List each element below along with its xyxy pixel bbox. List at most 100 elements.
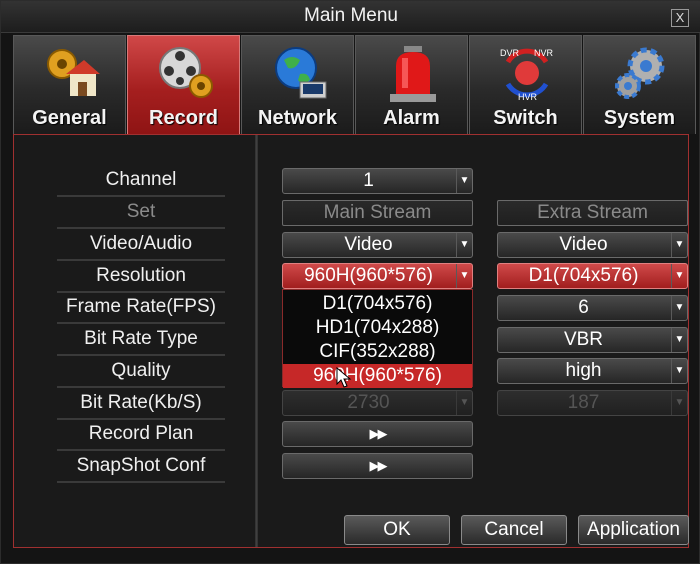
record-icon [159,47,213,98]
apply-button[interactable]: Application [578,515,689,545]
main-video-audio-value: Video [344,234,393,255]
divider [57,195,225,197]
set-label: Set [126,201,156,222]
label-frame-rate: Frame Rate(FPS) [57,294,225,324]
alarm-icon [390,46,436,102]
system-icon [615,47,665,99]
chevron-down-icon: ▼ [671,328,687,352]
tab-network[interactable]: Network [241,35,354,134]
chevron-down-icon: ▼ [456,264,472,288]
extra-resolution-select[interactable]: D1(704x576) ▼ [497,263,688,289]
label-set: Set [57,199,225,229]
switch-icon: DVR NVR HVR [500,48,554,102]
record-plan-label: Record Plan [88,423,194,444]
chevron-down-icon: ▼ [671,233,687,257]
title-bar: Main Menu X [1,1,700,33]
main-bit-rate-select: 2730 ▼ [282,390,473,416]
nvr-text: NVR [534,48,554,58]
resolution-option[interactable]: CIF(352x288) [283,340,472,364]
resolution-label: Resolution [96,265,186,286]
label-video-audio: Video/Audio [57,231,225,261]
divider [57,322,225,324]
extra-bit-rate-value: 187 [567,392,600,413]
window-title: Main Menu [304,5,398,26]
tab-switch[interactable]: DVR NVR HVR Switch [469,35,582,134]
tab-general[interactable]: General [13,35,126,134]
label-snapshot-conf: SnapShot Conf [57,453,225,483]
label-quality: Quality [57,358,225,388]
bit-rate-label: Bit Rate(Kb/S) [80,392,202,413]
main-bit-rate-value: 2730 [347,392,390,413]
extra-resolution-value: D1(704x576) [528,265,639,286]
extra-stream-header: Extra Stream [497,200,688,226]
channel-select[interactable]: 1 ▼ [282,168,473,194]
tab-bar: General Record Network Alarm DVR NVR HVR… [13,35,700,134]
chevron-down-icon: ▼ [456,391,472,415]
video-audio-label: Video/Audio [89,233,193,254]
chevron-down-icon: ▼ [456,169,472,193]
tab-system-label: System [603,107,676,129]
snapshot-conf-button[interactable]: ▶▶ [282,453,473,479]
extra-bit-rate-type-select[interactable]: VBR ▼ [497,327,688,353]
chevron-down-icon: ▼ [671,296,687,320]
tab-alarm-label: Alarm [383,107,440,129]
tab-system[interactable]: System [583,35,696,134]
ok-button[interactable]: OK [344,515,450,545]
chevron-down-icon: ▼ [671,359,687,383]
bit-rate-type-label: Bit Rate Type [84,328,198,349]
divider [57,418,225,420]
divider [57,481,225,483]
main-resolution-select[interactable]: 960H(960*576) ▼ [282,263,473,289]
close-button[interactable]: X [671,9,689,27]
general-icon [47,49,100,96]
tab-network-label: Network [258,107,337,129]
label-record-plan: Record Plan [57,421,225,451]
extra-video-audio-select[interactable]: Video ▼ [497,232,688,258]
main-menu-window: Main Menu X General Record Network Alarm… [0,0,700,564]
resolution-option[interactable]: D1(704x576) [283,292,472,316]
channel-value: 1 [363,170,374,191]
divider [57,291,225,293]
chevron-down-icon: ▼ [671,264,687,288]
label-bit-rate-type: Bit Rate Type [57,326,225,356]
extra-video-audio-value: Video [559,234,608,255]
extra-frame-rate-value: 6 [578,297,589,318]
extra-quality-value: high [565,360,602,381]
main-video-audio-select[interactable]: Video ▼ [282,232,473,258]
extra-bit-rate-type-value: VBR [563,329,604,350]
resolution-dropdown: D1(704x576) HD1(704x288) CIF(352x288) 96… [282,289,473,388]
tab-switch-label: Switch [493,107,558,129]
tab-record[interactable]: Record [127,35,240,134]
hvr-text: HVR [518,92,538,102]
extra-bit-rate-select: 187 ▼ [497,390,688,416]
network-icon [275,47,327,99]
channel-label: Channel [105,169,177,190]
divider [57,227,225,229]
label-resolution: Resolution [57,263,225,293]
divider [57,259,225,261]
snapshot-conf-label: SnapShot Conf [76,455,206,476]
main-stream-header: Main Stream [282,200,473,226]
label-channel: Channel [57,167,225,197]
dvr-text: DVR [500,48,520,58]
extra-quality-select[interactable]: high ▼ [497,358,688,384]
record-plan-button[interactable]: ▶▶ [282,421,473,447]
tab-record-label: Record [149,107,218,129]
resolution-option[interactable]: HD1(704x288) [283,316,472,340]
panel-divider [255,135,258,547]
resolution-option-selected[interactable]: 960H(960*576) [283,364,472,388]
divider [57,354,225,356]
chevron-down-icon: ▼ [456,233,472,257]
mouse-pointer-icon [336,367,352,388]
divider [57,386,225,388]
extra-frame-rate-select[interactable]: 6 ▼ [497,295,688,321]
label-bit-rate: Bit Rate(Kb/S) [57,390,225,420]
tab-general-label: General [32,107,107,129]
chevron-down-icon: ▼ [671,391,687,415]
divider [57,449,225,451]
cancel-button[interactable]: Cancel [461,515,567,545]
quality-label: Quality [111,360,171,381]
tab-alarm[interactable]: Alarm [355,35,468,134]
frame-rate-label: Frame Rate(FPS) [66,296,216,317]
main-resolution-value: 960H(960*576) [304,265,433,286]
